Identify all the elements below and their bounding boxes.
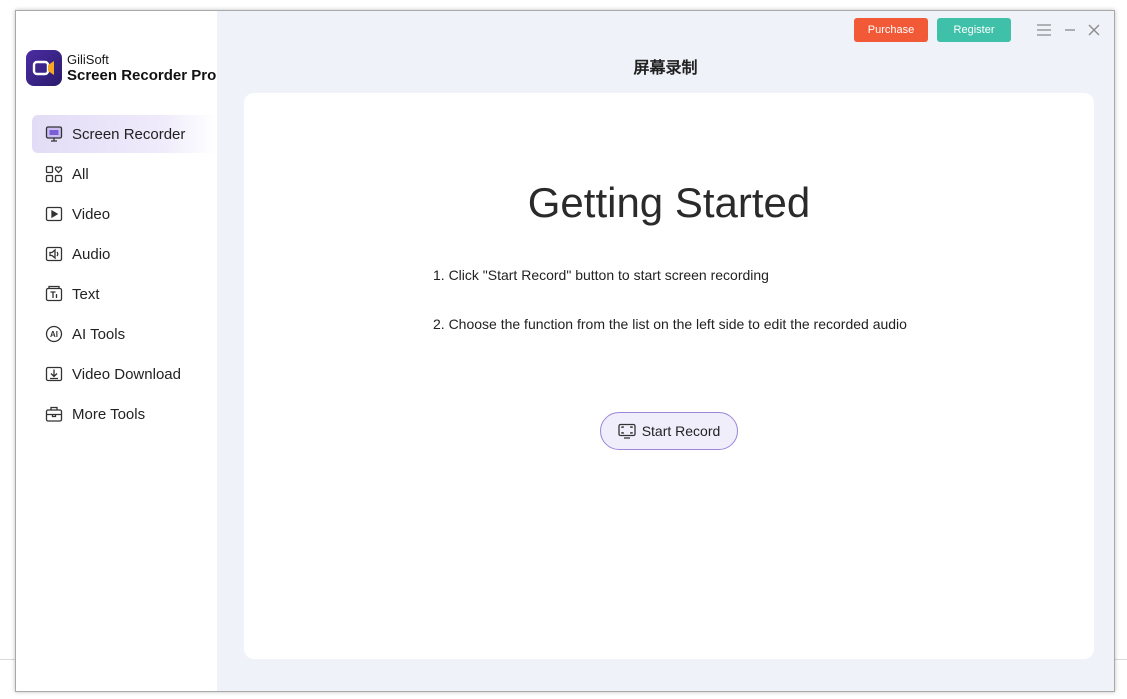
start-record-button[interactable]: Start Record: [600, 412, 738, 450]
start-record-label: Start Record: [641, 423, 721, 439]
monitor-icon: [44, 124, 64, 144]
sidebar-item-label: Screen Recorder: [72, 125, 186, 143]
grid-heart-icon: [44, 164, 64, 184]
sidebar-item-screen-recorder[interactable]: Screen Recorder: [32, 115, 217, 153]
sidebar-item-label: Text: [72, 285, 100, 303]
logo-icon: [26, 50, 62, 86]
sidebar-item-label: Video Download: [72, 365, 181, 383]
instruction-step-2: 2. Choose the function from the list on …: [433, 316, 907, 332]
getting-started-card: Getting Started 1. Click "Start Record" …: [244, 93, 1094, 659]
toolbox-icon: [44, 404, 64, 424]
sidebar-nav: Screen Recorder All Video Audio Text AI …: [32, 115, 217, 435]
sidebar-item-ai-tools[interactable]: AI AI Tools: [32, 315, 217, 353]
brand-company: GiliSoft: [67, 52, 109, 67]
video-play-icon: [44, 204, 64, 224]
register-button[interactable]: Register: [937, 18, 1011, 42]
close-icon[interactable]: [1085, 21, 1103, 39]
hamburger-icon[interactable]: [1035, 21, 1053, 39]
sidebar-item-label: Video: [72, 205, 111, 223]
purchase-button[interactable]: Purchase: [854, 18, 928, 42]
audio-icon: [44, 244, 64, 264]
sidebar-item-label: More Tools: [72, 405, 146, 423]
instruction-step-1: 1. Click "Start Record" button to start …: [433, 267, 769, 283]
sidebar: GiliSoft Screen Recorder Pro Screen Reco…: [16, 11, 217, 691]
screen-capture-icon: [618, 423, 636, 439]
brand-product: Screen Recorder Pro: [67, 67, 217, 84]
sidebar-item-label: AI Tools: [72, 325, 126, 343]
sidebar-item-text[interactable]: Text: [32, 275, 217, 313]
svg-text:AI: AI: [50, 330, 58, 339]
sidebar-item-audio[interactable]: Audio: [32, 235, 217, 273]
text-icon: [44, 284, 64, 304]
sidebar-item-video[interactable]: Video: [32, 195, 217, 233]
ai-icon: AI: [44, 324, 64, 344]
sidebar-item-more-tools[interactable]: More Tools: [32, 395, 217, 433]
sidebar-item-label: Audio: [72, 245, 111, 263]
download-icon: [44, 364, 64, 384]
page-title: 屏幕录制: [633, 60, 698, 77]
minimize-icon[interactable]: [1061, 21, 1079, 39]
sidebar-item-video-download[interactable]: Video Download: [32, 355, 217, 393]
getting-started-heading: Getting Started: [527, 179, 811, 226]
app-logo: GiliSoft Screen Recorder Pro: [26, 50, 216, 86]
sidebar-item-all[interactable]: All: [32, 155, 217, 193]
app-window: GiliSoft Screen Recorder Pro Screen Reco…: [15, 10, 1115, 692]
sidebar-item-label: All: [72, 165, 89, 183]
